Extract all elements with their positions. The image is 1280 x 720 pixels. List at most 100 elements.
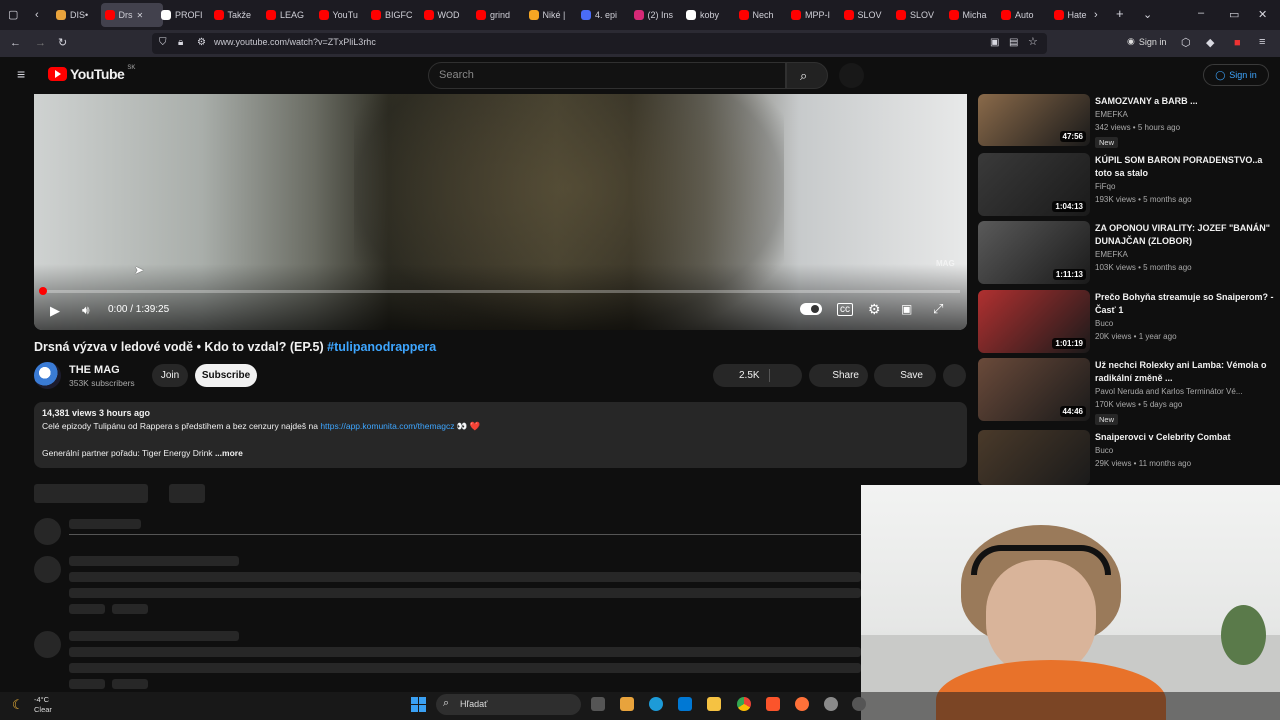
progress-scrubber[interactable] xyxy=(39,287,47,295)
recommendation-channel[interactable]: FiFqo xyxy=(1095,182,1115,191)
subscribe-button[interactable]: Subscribe xyxy=(195,364,257,387)
description-more-link[interactable]: ...more xyxy=(215,448,243,458)
close-window-icon[interactable]: ✕ xyxy=(1258,9,1267,21)
recommendation-title[interactable]: KÚPIL SOM BARON PORADENSTVO..a toto sa s… xyxy=(1095,154,1280,180)
browser-tab[interactable]: Micha xyxy=(945,3,993,27)
recommendation-item[interactable]: 1:04:13 KÚPIL SOM BARON PORADENSTVO..a to… xyxy=(978,153,1278,216)
chrome-icon[interactable] xyxy=(737,697,751,711)
recommendation-item[interactable]: 47:56 SAMOZVANY a BARB ... EMEFKA 342 views… xyxy=(978,94,1280,148)
browser-tab[interactable]: koby xyxy=(682,3,730,27)
recommendation-channel[interactable]: Buco xyxy=(1095,319,1113,328)
youtube-signin-button[interactable]: ◯ Sign in xyxy=(1203,64,1269,86)
video-hashtag[interactable]: #tulipanodrappera xyxy=(327,340,436,354)
browser-tab[interactable]: grind xyxy=(472,3,520,27)
task-view-icon[interactable] xyxy=(591,697,605,711)
app-icon[interactable] xyxy=(852,697,866,711)
brave-icon[interactable] xyxy=(766,697,780,711)
browser-tab[interactable]: (2) Ins xyxy=(630,3,678,27)
volume-icon[interactable]: 🔊︎ xyxy=(82,303,90,318)
recommendation-thumbnail[interactable]: 1:11:13 xyxy=(978,221,1090,284)
browser-tab[interactable]: Nech xyxy=(735,3,783,27)
browser-tab[interactable]: Takže xyxy=(210,3,258,27)
recommendation-channel[interactable]: EMEFKA xyxy=(1095,250,1128,259)
recommendation-thumbnail[interactable]: 44:46 xyxy=(978,358,1090,421)
description-link[interactable]: https://app.komunita.com/themagcz xyxy=(320,421,454,431)
recommendation-item[interactable]: 44:46 Už nechci Rolexky ani Lamba: Vémola… xyxy=(978,358,1278,425)
settings-icon[interactable] xyxy=(824,697,838,711)
browser-tab[interactable]: MPP-I xyxy=(787,3,835,27)
reader-view-icon[interactable]: ▤ xyxy=(1009,37,1018,49)
recommendation-thumbnail[interactable]: 1:04:13 xyxy=(978,153,1090,216)
browser-signin-button[interactable]: ◉ Sign in xyxy=(1127,36,1166,47)
recommendation-title[interactable]: Prečo Bohyňa streamuje so Snaiperom? - Č… xyxy=(1095,291,1280,317)
recommendation-item[interactable]: 1:11:13 ZA OPONOU VIRALITY: JOZEF "BANÁN"… xyxy=(978,221,1278,284)
tab-scroll-left-icon[interactable]: ‹ xyxy=(35,9,39,21)
browser-tab[interactable]: Drs ✕ xyxy=(100,3,163,27)
browser-tab[interactable]: 4. epi xyxy=(577,3,625,27)
edge-icon[interactable] xyxy=(649,697,663,711)
channel-avatar[interactable] xyxy=(34,362,61,389)
channel-name[interactable]: THE MAG xyxy=(69,364,120,376)
share-button[interactable]: Share xyxy=(809,364,868,387)
browser-tab[interactable]: Niké | xyxy=(525,3,573,27)
search-input[interactable] xyxy=(428,62,786,89)
addon-icon[interactable]: ■ xyxy=(1234,37,1241,49)
recommendation-channel[interactable]: Buco xyxy=(1095,446,1113,455)
picture-in-picture-icon[interactable]: ▣ xyxy=(990,37,999,49)
captions-icon[interactable]: cc xyxy=(837,303,853,316)
recommendation-thumbnail[interactable] xyxy=(978,430,1090,485)
recommendation-title[interactable]: SAMOZVANY a BARB ... xyxy=(1095,95,1280,108)
description-box[interactable] xyxy=(34,402,967,468)
browser-tab[interactable]: BIGFC xyxy=(367,3,415,27)
permissions-icon[interactable]: ⚙ xyxy=(197,37,206,49)
hamburger-menu-icon[interactable]: ≡ xyxy=(17,67,25,81)
lock-icon[interactable]: 🔒︎ xyxy=(178,37,183,49)
reload-icon[interactable]: ↻ xyxy=(58,37,67,49)
tab-list-icon[interactable]: ⌄ xyxy=(1143,9,1152,21)
browser-tab[interactable]: WOD xyxy=(420,3,468,27)
browser-tab[interactable]: SLOV xyxy=(840,3,888,27)
windows-start-icon[interactable] xyxy=(411,697,426,712)
recommendation-channel[interactable]: Pavol Neruda and Karlos Terminátor Vé... xyxy=(1095,387,1242,396)
restore-icon[interactable]: ▭ xyxy=(1229,9,1239,21)
browser-tab[interactable]: YouTu xyxy=(315,3,363,27)
like-button[interactable]: 2.5K xyxy=(713,364,802,387)
search-button[interactable]: ⌕ xyxy=(786,62,828,89)
minimize-icon[interactable]: – xyxy=(1198,7,1204,19)
progress-bar[interactable] xyxy=(42,290,960,293)
forward-icon[interactable]: → xyxy=(35,37,46,49)
file-explorer-icon[interactable] xyxy=(707,697,721,711)
browser-tab[interactable]: LEAG xyxy=(262,3,310,27)
firefox-icon[interactable] xyxy=(795,697,809,711)
recommendation-thumbnail[interactable]: 47:56 xyxy=(978,94,1090,146)
fullscreen-icon[interactable]: ⤢ xyxy=(933,301,943,317)
moon-weather-icon[interactable]: ☾ xyxy=(12,697,24,713)
photos-icon[interactable] xyxy=(678,697,692,711)
extensions-icon[interactable]: ⬡ xyxy=(1181,37,1191,49)
weather-widget[interactable]: -4°C Clear xyxy=(34,695,52,715)
browser-tab[interactable]: SLOV xyxy=(892,3,940,27)
menu-icon[interactable]: ≡ xyxy=(1259,36,1265,48)
more-actions-button[interactable] xyxy=(943,364,966,387)
back-icon[interactable]: ← xyxy=(10,37,21,49)
browser-tab[interactable]: PROFI xyxy=(157,3,205,27)
play-icon[interactable]: ▶ xyxy=(50,303,60,319)
recommendation-title[interactable]: ZA OPONOU VIRALITY: JOZEF "BANÁN" DUNAJČ… xyxy=(1095,222,1280,248)
pocket-icon[interactable]: ◆ xyxy=(1206,37,1214,49)
recommendation-channel[interactable]: EMEFKA xyxy=(1095,110,1128,119)
voice-search-button[interactable] xyxy=(839,63,864,88)
browser-tab[interactable]: DIS• xyxy=(52,3,100,27)
url-text[interactable]: www.youtube.com/watch?v=ZTxPliL3rhc xyxy=(214,37,376,47)
recommendation-item[interactable]: Snaiperovci v Celebrity Combat Buco 29K vi… xyxy=(978,430,1278,485)
new-tab-icon[interactable]: + xyxy=(1116,7,1124,20)
save-button[interactable]: Save xyxy=(874,364,936,387)
recommendation-title[interactable]: Snaiperovci v Celebrity Combat xyxy=(1095,431,1280,444)
autoplay-toggle[interactable] xyxy=(800,303,822,315)
settings-gear-icon[interactable]: ⚙ xyxy=(868,301,881,318)
youtube-logo[interactable]: YouTube SK xyxy=(48,65,135,82)
bookmark-star-icon[interactable]: ☆ xyxy=(1028,36,1038,48)
taskbar-search[interactable] xyxy=(436,694,581,715)
video-player[interactable]: MAG ▶ 🔊︎ 0:00 / 1:39:25 cc ⚙ ▣ ⤢ xyxy=(34,94,967,330)
browser-tab[interactable]: Hate xyxy=(1050,3,1098,27)
store-icon[interactable] xyxy=(620,697,634,711)
